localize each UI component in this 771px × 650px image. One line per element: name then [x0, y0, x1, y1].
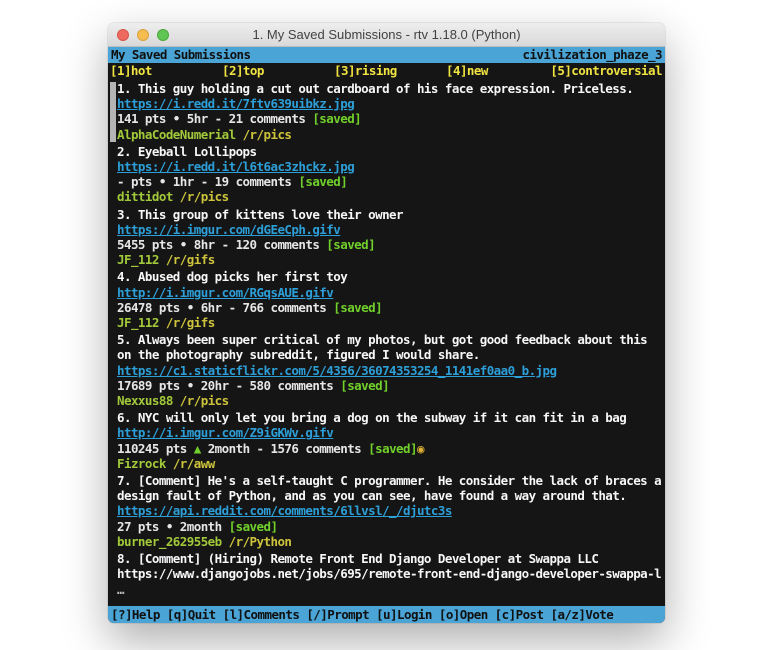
submission-stats: 141 pts • 5hr - 21 comments	[117, 111, 312, 126]
submission-url[interactable]: https://i.redd.it/l6t6ac3zhckz.jpg	[117, 159, 354, 174]
page-title: My Saved Submissions	[111, 47, 251, 63]
tab-rising[interactable]: [3]rising	[334, 63, 397, 79]
submission-list: 1. This guy holding a cut out cardboard …	[108, 79, 665, 606]
status-bar: [?]Help [q]Quit [l]Comments [/]Prompt [u…	[108, 606, 665, 623]
submission-stats: 2month - 1576 comments	[201, 441, 368, 456]
saved-badge: [saved]	[333, 300, 382, 315]
submission-row[interactable]: 3. This group of kittens love their owne…	[110, 207, 663, 268]
gilded-icon: ◉	[417, 441, 424, 456]
submission-row[interactable]: 4. Abused dog picks her first toyhttp://…	[110, 269, 663, 330]
tab-new[interactable]: [4]new	[446, 63, 488, 79]
subreddit-name: /r/gifs	[159, 315, 215, 330]
submission-url[interactable]: https://api.reddit.com/comments/6llvsl/_…	[117, 503, 452, 518]
truncation-ellipsis: …	[117, 582, 124, 597]
submission-url[interactable]: http://i.imgur.com/Z9iGKWv.gifv	[117, 425, 333, 440]
submission-title: 4. Abused dog picks her first toy	[117, 269, 347, 284]
subreddit-name: /r/pics	[173, 393, 229, 408]
saved-badge: [saved]	[229, 519, 278, 534]
tab-controversial[interactable]: [5]controversial	[550, 63, 662, 79]
submission-stats: 110245 pts	[117, 441, 194, 456]
submission-stats: 5455 pts • 8hr - 120 comments	[117, 237, 326, 252]
author-name: AlphaCodeNumerial	[117, 127, 236, 142]
titlebar: 1. My Saved Submissions - rtv 1.18.0 (Py…	[108, 23, 665, 47]
saved-badge: ▲	[194, 441, 201, 456]
zoom-button[interactable]	[157, 29, 169, 41]
author-name: Nexxus88	[117, 393, 173, 408]
close-button[interactable]	[117, 29, 129, 41]
logged-in-username: civilization_phaze_3	[522, 47, 662, 63]
submission-url[interactable]: https://c1.staticflickr.com/5/4356/36074…	[117, 363, 556, 378]
submission-row[interactable]: 5. Always been super critical of my phot…	[110, 332, 663, 408]
window-controls	[117, 23, 169, 46]
saved-badge: [saved]	[312, 111, 361, 126]
page-header-bar: My Saved Submissions civilization_phaze_…	[108, 47, 665, 63]
author-name: burner_262955eb	[117, 534, 222, 549]
submission-title: 6. NYC will only let you bring a dog on …	[117, 410, 626, 425]
submission-stats: - pts • 1hr - 19 comments	[117, 174, 298, 189]
submission-title: 2. Eyeball Lollipops	[117, 144, 257, 159]
saved-badge: [saved]	[298, 174, 347, 189]
minimize-button[interactable]	[137, 29, 149, 41]
subreddit-name: /r/pics	[236, 127, 292, 142]
submission-title: 3. This group of kittens love their owne…	[117, 207, 403, 222]
submission-stats: 17689 pts • 20hr - 580 comments	[117, 378, 340, 393]
submission-url[interactable]: https://i.redd.it/7ftv639uibkz.jpg	[117, 96, 354, 111]
keybinding-help: [?]Help [q]Quit [l]Comments [/]Prompt [u…	[111, 607, 613, 622]
author-name: JF_112	[117, 315, 159, 330]
saved-badge: [saved]	[326, 237, 375, 252]
saved-badge: [saved]	[340, 378, 389, 393]
submission-title: 1. This guy holding a cut out cardboard …	[117, 81, 633, 96]
submission-url[interactable]: https://i.imgur.com/dGEeCph.gifv	[117, 222, 340, 237]
submission-stats: 27 pts • 2month	[117, 519, 229, 534]
submission-row[interactable]: 2. Eyeball Lollipopshttps://i.redd.it/l6…	[110, 144, 663, 205]
sort-menu: [1]hot [2]top [3]rising [4]new [5]contro…	[108, 63, 665, 79]
subreddit-name: /r/Python	[222, 534, 292, 549]
submission-title: 5. Always been super critical of my phot…	[117, 332, 654, 362]
submission-stats: 26478 pts • 6hr - 766 comments	[117, 300, 333, 315]
submission-row[interactable]: 8. [Comment] (Hiring) Remote Front End D…	[110, 551, 663, 597]
author-name: dittidot	[117, 189, 173, 204]
terminal: My Saved Submissions civilization_phaze_…	[108, 47, 665, 623]
saved-badge: [saved]	[368, 441, 417, 456]
submission-row[interactable]: 1. This guy holding a cut out cardboard …	[110, 81, 663, 142]
tab-hot[interactable]: [1]hot	[110, 63, 152, 79]
tab-top[interactable]: [2]top	[222, 63, 264, 79]
subreddit-name: /r/pics	[173, 189, 229, 204]
subreddit-name: /r/gifs	[159, 252, 215, 267]
author-name: JF_112	[117, 252, 159, 267]
submission-url-text: https://www.djangojobs.net/jobs/695/remo…	[117, 566, 661, 581]
submission-url[interactable]: http://i.imgur.com/RGqsAUE.gifv	[117, 285, 333, 300]
submission-row[interactable]: 7. [Comment] He's a self-taught C progra…	[110, 473, 663, 549]
app-window: 1. My Saved Submissions - rtv 1.18.0 (Py…	[108, 23, 665, 623]
submission-row[interactable]: 6. NYC will only let you bring a dog on …	[110, 410, 663, 471]
author-name: Fizrock	[117, 456, 166, 471]
submission-title: 8. [Comment] (Hiring) Remote Front End D…	[117, 551, 598, 566]
subreddit-name: /r/aww	[166, 456, 215, 471]
submission-title: 7. [Comment] He's a self-taught C progra…	[117, 473, 665, 503]
window-title: 1. My Saved Submissions - rtv 1.18.0 (Py…	[252, 27, 520, 42]
